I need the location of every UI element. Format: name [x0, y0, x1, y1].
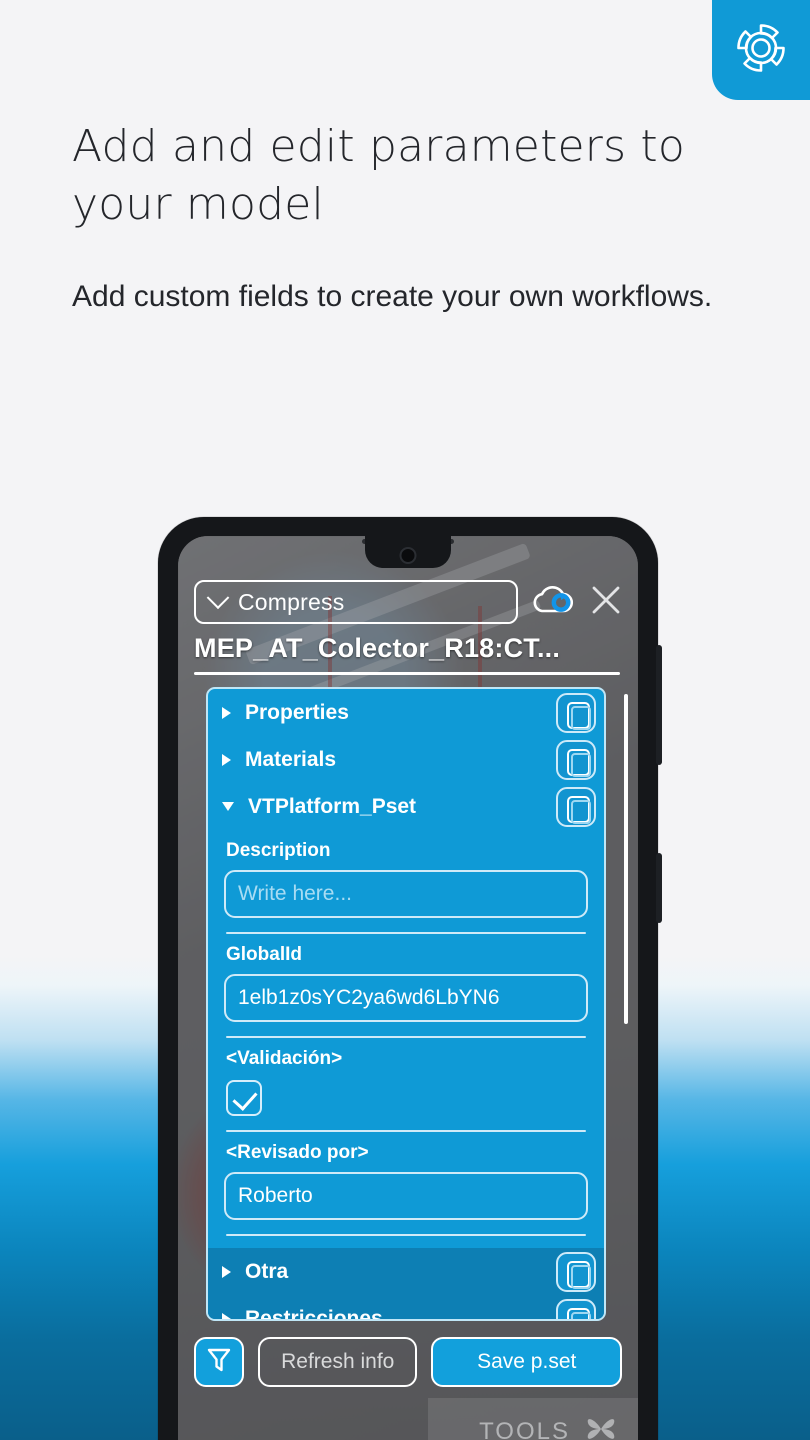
field-label: <Validación>	[226, 1048, 343, 1069]
save-pset-button[interactable]: Save p.set	[431, 1337, 622, 1387]
close-button[interactable]	[588, 582, 624, 623]
app-topbar: Compress	[178, 578, 638, 626]
group-label: Properties	[245, 700, 349, 724]
copy-icon[interactable]	[556, 1298, 596, 1319]
action-bar: Refresh info Save p.set	[194, 1336, 622, 1388]
triangle-right-icon	[222, 1312, 231, 1319]
page-subheadline: Add custom fields to create your own wor…	[72, 280, 713, 313]
triangle-right-icon	[222, 753, 231, 766]
group-row-otra[interactable]: Otra	[208, 1248, 604, 1295]
group-label: Otra	[245, 1259, 289, 1283]
validacion-checkbox[interactable]	[226, 1080, 262, 1116]
group-row-restricciones[interactable]: Restricciones	[208, 1295, 604, 1321]
triangle-right-icon	[222, 1265, 231, 1278]
phone-mockup: Compress MEP_AT_Colector_R18:CT... Prope…	[158, 517, 662, 1440]
compress-dropdown[interactable]: Compress	[194, 580, 518, 624]
field-globalid: GlobalId 1elb1z0sYC2ya6wd6LbYN6	[208, 934, 604, 1038]
close-icon	[588, 582, 624, 623]
field-revisado-por: <Revisado por> Roberto	[208, 1132, 604, 1236]
cloud-sync-button[interactable]	[530, 582, 576, 623]
tools-watermark-label: TOOLS	[479, 1418, 570, 1440]
field-label: GlobalId	[226, 944, 302, 965]
globalid-input[interactable]: 1elb1z0sYC2ya6wd6LbYN6	[224, 974, 588, 1022]
triangle-down-icon	[222, 802, 234, 811]
phone-volume-button	[656, 645, 662, 765]
properties-panel: Properties Materials VTPlatform_Pset Des…	[206, 687, 606, 1321]
filter-funnel-icon	[206, 1346, 232, 1379]
copy-icon[interactable]	[556, 1251, 596, 1292]
field-validacion: <Validación>	[208, 1038, 604, 1132]
brand-logo-tile	[712, 0, 810, 100]
copy-icon[interactable]	[556, 786, 596, 827]
chevron-down-icon	[206, 586, 230, 610]
document-title: MEP_AT_Colector_R18:CT...	[194, 633, 561, 663]
target-rings-icon	[732, 19, 790, 82]
revisado-por-input[interactable]: Roberto	[224, 1172, 588, 1220]
copy-icon[interactable]	[556, 692, 596, 733]
group-label: Materials	[245, 747, 337, 771]
title-underline	[194, 672, 620, 675]
group-label: Restricciones	[245, 1306, 383, 1321]
refresh-info-button[interactable]: Refresh info	[258, 1337, 418, 1387]
tools-watermark: TOOLS	[428, 1398, 638, 1440]
cloud-sync-icon	[530, 582, 576, 623]
group-row-vtplatform-pset[interactable]: VTPlatform_Pset	[208, 783, 604, 830]
field-label: Description	[226, 840, 331, 861]
compress-dropdown-label: Compress	[238, 588, 345, 615]
phone-screen: Compress MEP_AT_Colector_R18:CT... Prope…	[178, 536, 638, 1440]
phone-power-button	[656, 853, 662, 923]
panel-scrollbar[interactable]	[624, 694, 628, 1024]
field-description: Description Write here...	[208, 830, 604, 934]
filter-button[interactable]	[194, 1337, 244, 1387]
description-input[interactable]: Write here...	[224, 870, 588, 918]
app-ui: Compress MEP_AT_Colector_R18:CT... Prope…	[178, 536, 638, 1440]
triangle-right-icon	[222, 706, 231, 719]
field-divider	[226, 1234, 586, 1236]
group-label: VTPlatform_Pset	[248, 794, 417, 818]
group-row-materials[interactable]: Materials	[208, 736, 604, 783]
field-label: <Revisado por>	[226, 1142, 369, 1163]
copy-icon[interactable]	[556, 739, 596, 780]
group-row-properties[interactable]: Properties	[208, 689, 604, 736]
tools-x-logo-icon	[582, 1410, 620, 1440]
page-headline: Add and edit parameters to your model	[72, 121, 685, 230]
